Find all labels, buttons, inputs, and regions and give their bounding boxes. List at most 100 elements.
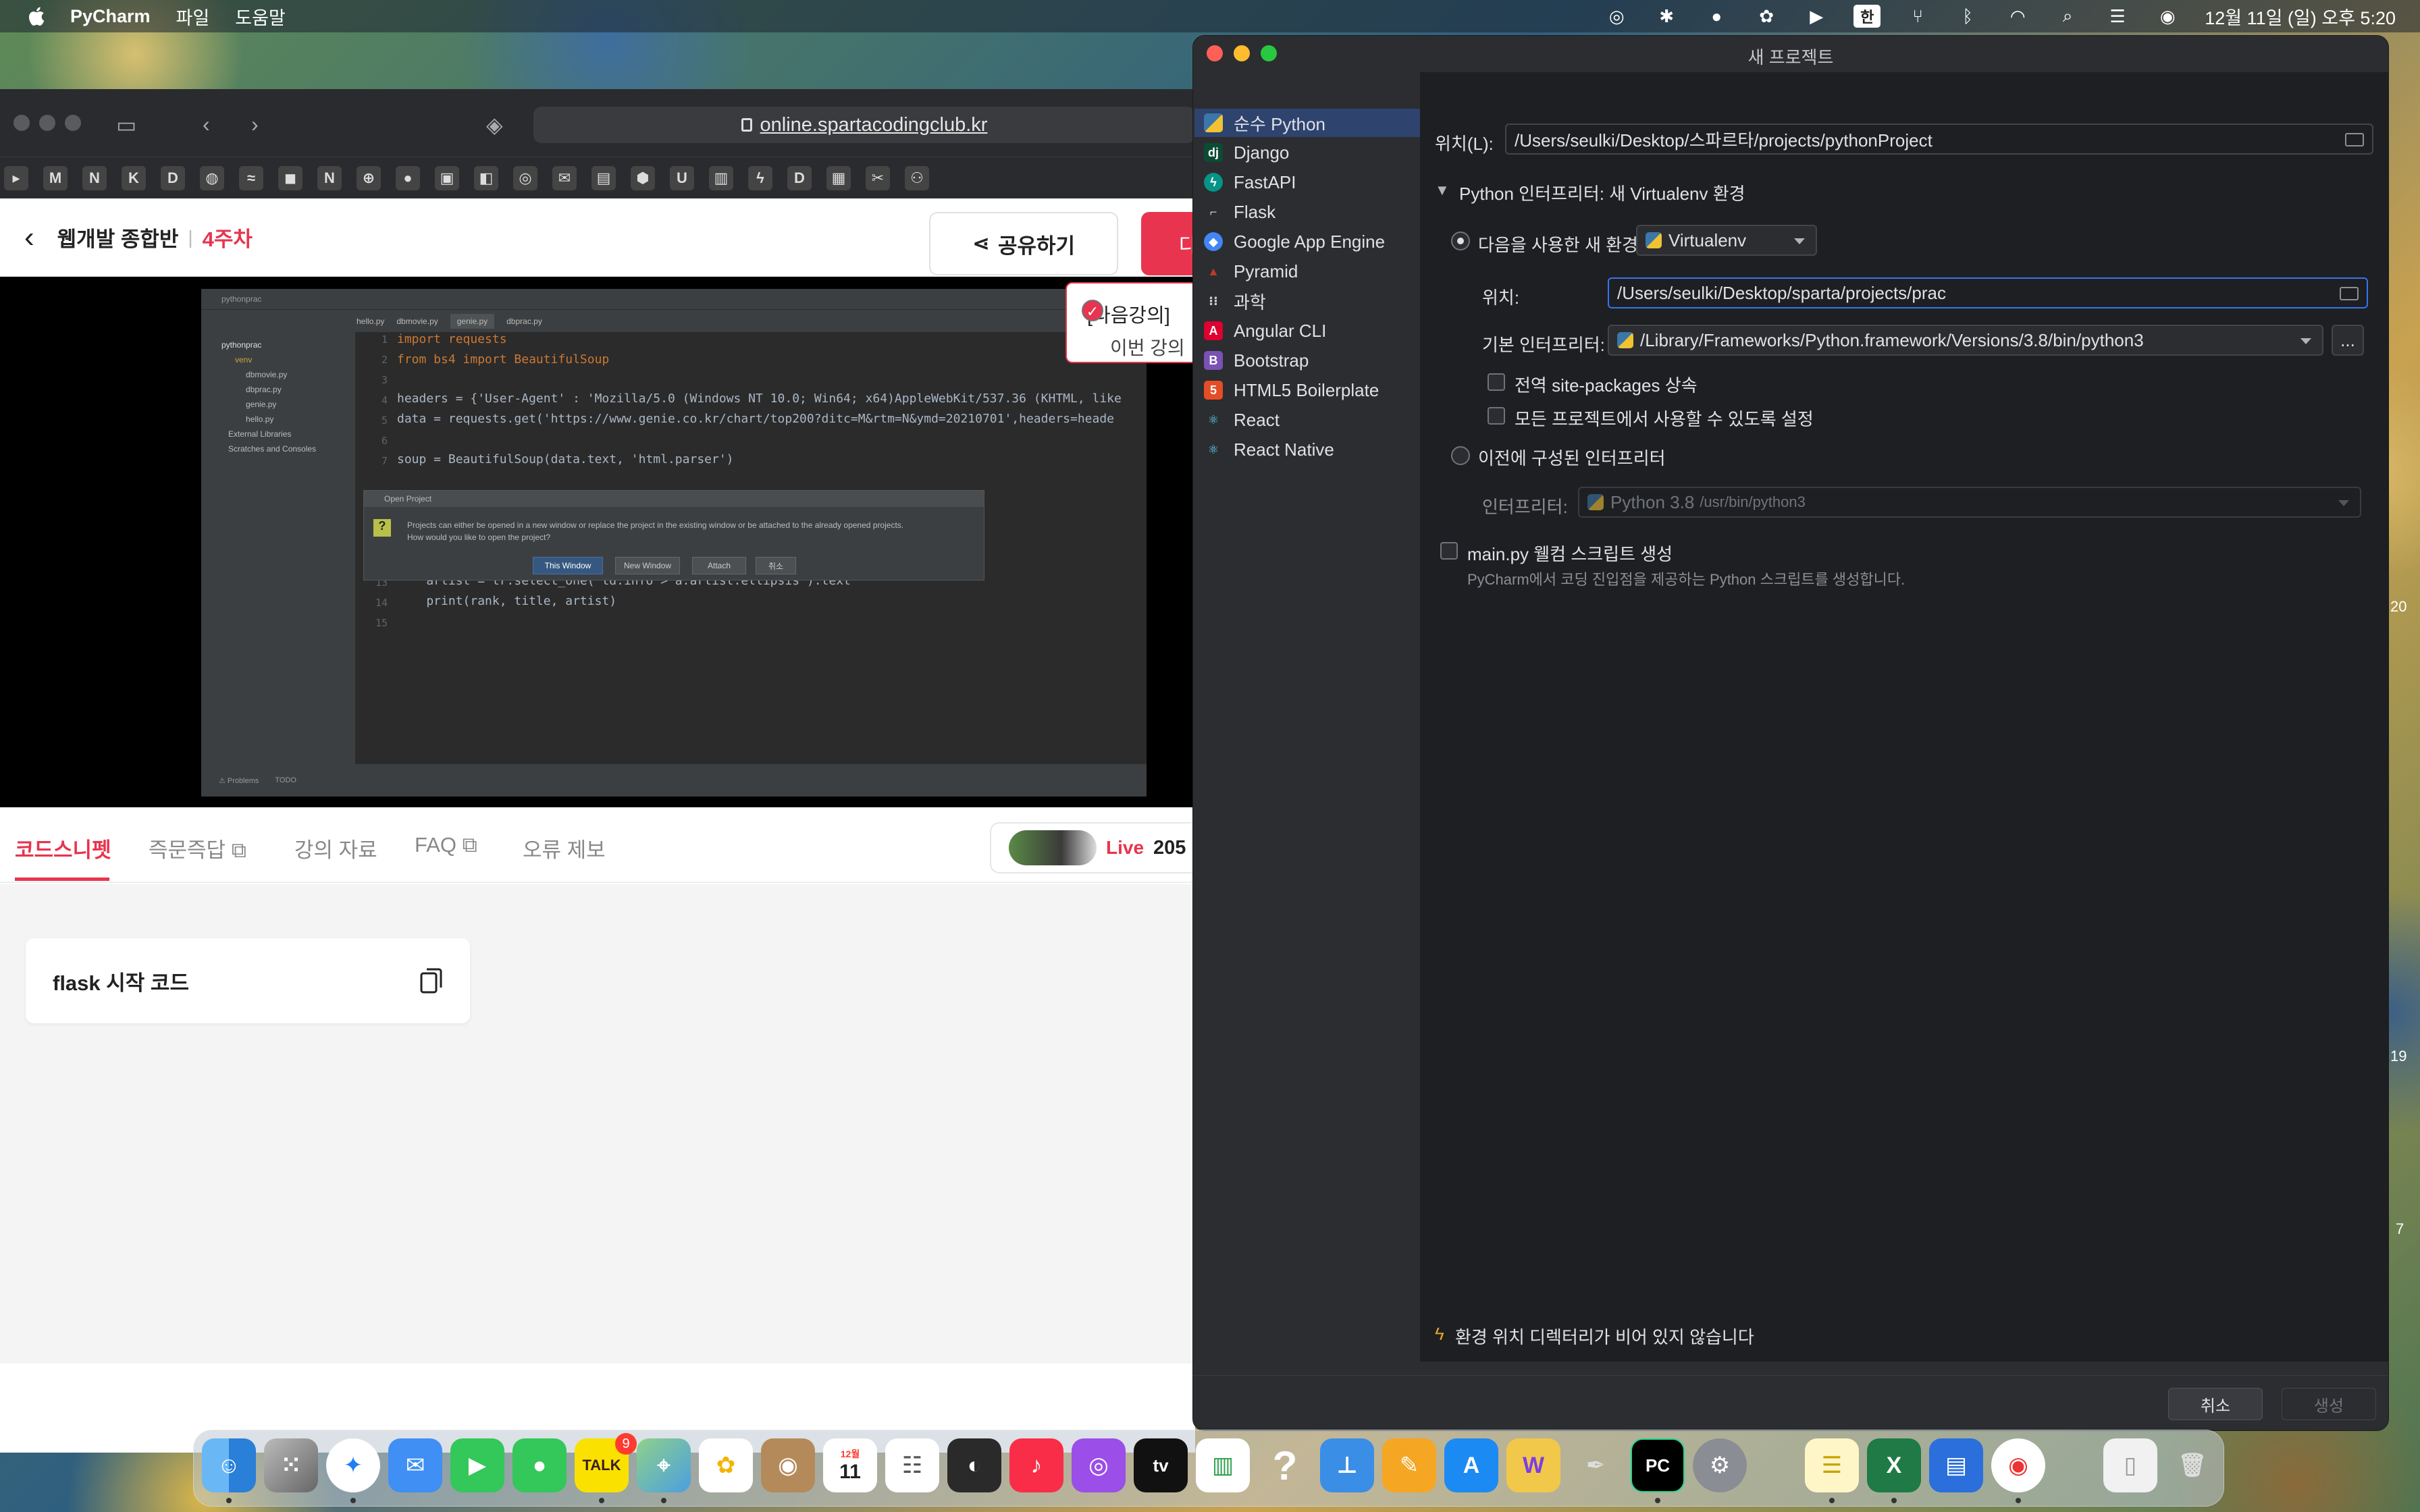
bookmark-icon[interactable]: ✉ [552, 165, 577, 190]
bookmark-icon[interactable]: N [317, 165, 342, 190]
browser-minimize-button[interactable] [39, 115, 55, 131]
bookmark-icon[interactable]: ϟ [748, 165, 772, 190]
next-lesson-toast[interactable]: ✓ [다음강의] 이번 강의 [1066, 282, 1201, 363]
chat-status-icon[interactable]: ● [1704, 6, 1729, 26]
sidebar-toggle-icon[interactable]: ▭ [116, 112, 136, 138]
input-source-icon[interactable]: 한 [1853, 5, 1881, 28]
browse-interpreter-button[interactable]: ... [2332, 325, 2364, 356]
tab-report-error[interactable]: 오류 제보 [523, 833, 606, 863]
stack-files-icon[interactable]: ▤ [1929, 1438, 1983, 1492]
spotlight-search-icon[interactable]: ⌕ [2055, 5, 2080, 26]
bookmark-icon[interactable]: ▥ [709, 165, 733, 190]
project-type-angular-cli[interactable]: A Angular CLI [1194, 317, 1420, 345]
make-available-checkbox[interactable] [1488, 407, 1505, 425]
siri-icon[interactable]: ◉ [2155, 6, 2180, 26]
bookmark-icon[interactable]: K [122, 165, 146, 190]
venv-location-input[interactable]: /Users/seulki/Desktop/sparta/projects/pr… [1608, 277, 2368, 308]
back-nav-icon[interactable]: ‹ [203, 112, 210, 137]
paw-icon[interactable]: ✿ [1754, 6, 1779, 26]
tab-faq[interactable]: FAQ ⧉ [415, 833, 477, 858]
video-player[interactable]: pythonprac hello.py dbmovie.py genie.py … [0, 277, 1195, 807]
tab-qna[interactable]: 즉문즉답 ⧉ [149, 833, 246, 863]
tab-code-snippet[interactable]: 코드스니펫 [15, 833, 111, 863]
project-type-pure-python[interactable]: 순수 Python [1194, 109, 1420, 137]
w-app-icon[interactable]: W [1506, 1438, 1560, 1492]
new-env-radio[interactable] [1451, 232, 1470, 250]
mail-icon[interactable]: ✉ [388, 1438, 442, 1492]
pycharm-icon[interactable]: PC [1631, 1438, 1685, 1492]
maps-icon[interactable]: ⌖ [637, 1438, 691, 1492]
browser-close-button[interactable] [14, 115, 30, 131]
facetime-icon[interactable]: ▶ [450, 1438, 504, 1492]
music-icon[interactable]: ♪ [1009, 1438, 1063, 1492]
control-center-icon[interactable]: ☰ [2105, 6, 2130, 26]
env-type-select[interactable]: Virtualenv [1636, 225, 1817, 256]
launchpad-icon[interactable]: ⁙ [264, 1438, 318, 1492]
help-icon[interactable]: ? [1258, 1438, 1312, 1492]
bookmark-icon[interactable]: N [82, 165, 107, 190]
chrome-icon[interactable]: ◉ [1991, 1438, 2045, 1492]
trash-icon[interactable]: 🗑 [2165, 1438, 2219, 1492]
project-type-html5-boilerplate[interactable]: 5 HTML5 Boilerplate [1194, 376, 1420, 404]
bookmark-icon[interactable]: ◍ [200, 165, 224, 190]
browser-zoom-button[interactable] [65, 115, 81, 131]
bookmark-icon[interactable]: ✂ [866, 165, 890, 190]
menu-help[interactable]: 도움말 [235, 3, 286, 30]
existing-interpreter-radio[interactable] [1451, 446, 1470, 465]
photos-icon[interactable]: ✿ [699, 1438, 753, 1492]
numbers-icon[interactable]: ▥ [1196, 1438, 1250, 1492]
disk-utility-icon[interactable]: ◐ [947, 1438, 1001, 1492]
cancel-button[interactable]: 취소 [2168, 1388, 2263, 1420]
tab-materials[interactable]: 강의 자료 [294, 833, 377, 863]
app-store-icon[interactable]: A [1444, 1438, 1498, 1492]
bookmark-icon[interactable]: ⬢ [631, 165, 655, 190]
shield-icon[interactable]: ◈ [486, 112, 503, 138]
finder-icon[interactable]: ☺ [202, 1438, 256, 1492]
snippet-card[interactable]: flask 시작 코드 [26, 938, 470, 1023]
project-type-flask[interactable]: ⌐ Flask [1194, 198, 1420, 226]
project-type-pyramid[interactable]: ▲ Pyramid [1194, 257, 1420, 286]
wifi-icon[interactable]: ◠ [2005, 6, 2030, 26]
bookmark-icon[interactable]: U [670, 165, 694, 190]
messages-icon[interactable]: ● [512, 1438, 567, 1492]
folder-icon[interactable] [2340, 287, 2359, 300]
menu-file[interactable]: 파일 [176, 3, 210, 30]
bookmark-icon[interactable]: ≈ [239, 165, 263, 190]
calendar-icon[interactable]: 12월 11 [823, 1438, 877, 1492]
bookmark-icon[interactable]: ⊕ [357, 165, 381, 190]
project-type-google-app-engine[interactable]: ◆ Google App Engine [1194, 227, 1420, 256]
back-arrow-icon[interactable]: ‹ [24, 221, 34, 254]
reminders-icon[interactable]: ☷ [885, 1438, 939, 1492]
apple-tv-icon[interactable]: tv [1134, 1438, 1188, 1492]
menubar-app-name[interactable]: PyCharm [70, 6, 151, 27]
menubar-clock[interactable]: 12월 11일 (일) 오후 5:20 [2205, 3, 2396, 30]
excel-icon[interactable]: X [1867, 1438, 1921, 1492]
notes-icon[interactable]: ☰ [1805, 1438, 1859, 1492]
location-input[interactable]: /Users/seulki/Desktop/스파르타/projects/pyth… [1505, 124, 2373, 155]
bookmark-icon[interactable]: ◧ [474, 165, 498, 190]
pen-app-icon[interactable]: ✒ [1569, 1438, 1623, 1492]
create-button[interactable]: 생성 [2282, 1388, 2376, 1420]
bookmark-icon[interactable]: ▦ [826, 165, 851, 190]
tuning-fork-icon[interactable]: ⑂ [1905, 6, 1930, 26]
bookmark-icon[interactable]: ▤ [591, 165, 616, 190]
document-icon[interactable]: ▯ [2103, 1438, 2157, 1492]
safari-icon[interactable]: ✦ [326, 1438, 380, 1492]
bookmark-icon[interactable]: ● [396, 165, 420, 190]
live-badge[interactable]: Live 205 [990, 822, 1206, 873]
bookmark-icon[interactable]: ▣ [435, 165, 459, 190]
base-interpreter-select[interactable]: /Library/Frameworks/Python.framework/Ver… [1608, 325, 2323, 356]
keynote-icon[interactable]: ⊥ [1320, 1438, 1374, 1492]
bookmark-icon[interactable]: ⚇ [905, 165, 929, 190]
bluetooth-icon[interactable]: ᛒ [1955, 6, 1980, 26]
address-bar[interactable]: online.spartacodingclub.kr [533, 107, 1195, 143]
apple-icon[interactable] [26, 5, 46, 27]
bookmark-icon[interactable]: D [161, 165, 185, 190]
copy-icon[interactable] [420, 967, 443, 994]
share-button[interactable]: ⋖ 공유하기 [929, 212, 1118, 275]
bookmark-icon[interactable]: M [43, 165, 68, 190]
inherit-site-packages-checkbox[interactable] [1488, 373, 1505, 391]
folder-icon[interactable] [2345, 133, 2364, 146]
bookmark-icon[interactable]: ▸ [4, 165, 28, 190]
project-type-django[interactable]: dj Django [1194, 138, 1420, 167]
